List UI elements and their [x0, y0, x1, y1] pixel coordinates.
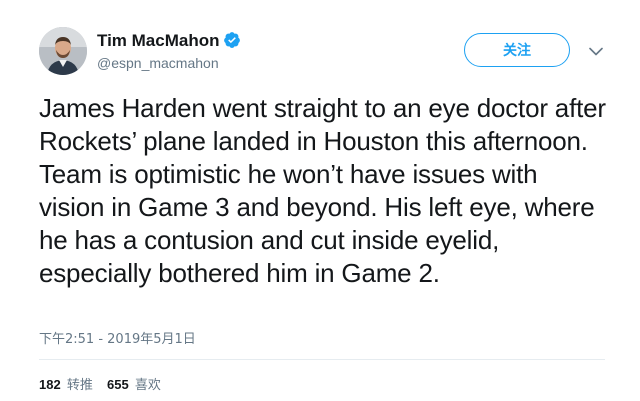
more-options-button[interactable] — [586, 42, 606, 60]
tweet-stats: 182 转推 655 喜欢 — [39, 376, 171, 394]
likes-stat[interactable]: 655 喜欢 — [107, 376, 161, 394]
tweet-card: Tim MacMahon @espn_macmahon 关注 James Har… — [0, 0, 640, 401]
tweet-timestamp[interactable]: 下午2:51 - 2019年5月1日 — [39, 331, 196, 348]
likes-label: 喜欢 — [134, 378, 161, 393]
retweets-count: 182 — [39, 377, 61, 392]
author-handle[interactable]: @espn_macmahon — [97, 54, 219, 72]
tweet-text: James Harden went straight to an eye doc… — [39, 93, 606, 288]
avatar[interactable] — [39, 27, 87, 75]
avatar-image — [39, 27, 87, 75]
author-display-name[interactable]: Tim MacMahon — [97, 30, 241, 52]
chevron-down-icon — [589, 47, 603, 55]
divider — [39, 359, 605, 360]
retweets-stat[interactable]: 182 转推 — [39, 376, 93, 394]
retweets-label: 转推 — [66, 378, 93, 393]
author-name-text: Tim MacMahon — [97, 31, 220, 50]
follow-button[interactable]: 关注 — [464, 33, 570, 67]
verified-badge-icon — [224, 32, 241, 48]
likes-count: 655 — [107, 377, 129, 392]
